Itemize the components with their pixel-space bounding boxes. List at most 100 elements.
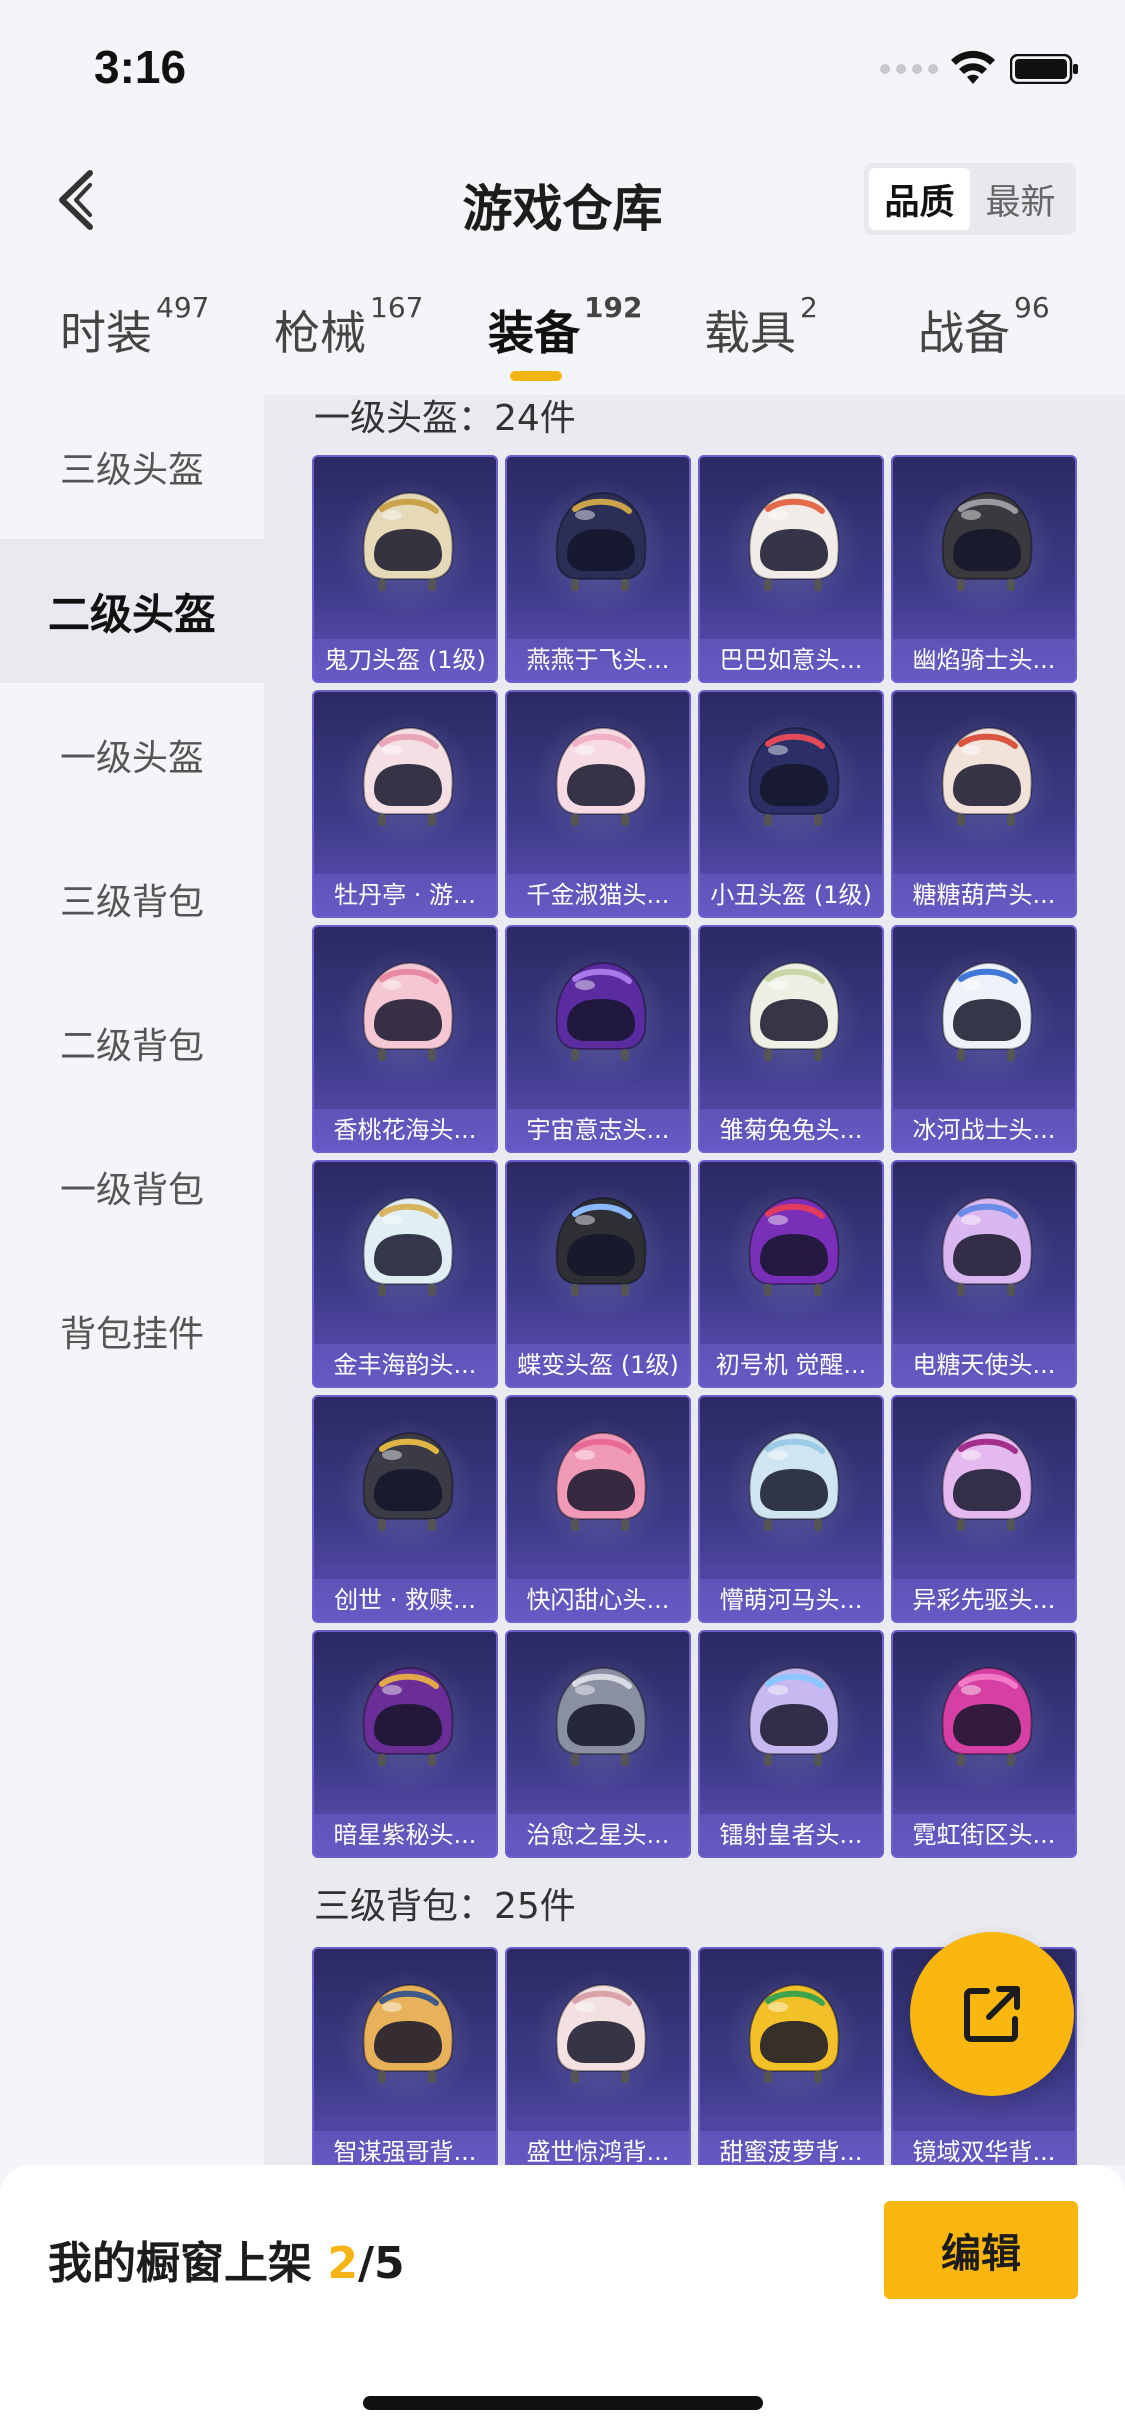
- item-card[interactable]: 异彩先驱头...: [891, 1395, 1077, 1623]
- sidebar-item-backpack-lv2[interactable]: 二级背包: [0, 971, 264, 1115]
- item-image: [941, 726, 1033, 826]
- showcase-total-count: /5: [357, 2238, 405, 2289]
- item-card[interactable]: 牡丹亭 · 游...: [312, 690, 498, 918]
- tab-firearms[interactable]: 枪械 167: [274, 291, 423, 363]
- item-name: 牡丹亭 · 游...: [314, 874, 496, 916]
- item-name: 创世 · 救赎...: [314, 1579, 496, 1621]
- item-image: [748, 1196, 840, 1296]
- item-image: [748, 1431, 840, 1531]
- item-card[interactable]: 霓虹街区头...: [891, 1630, 1077, 1858]
- item-card[interactable]: 盛世惊鸿背...: [505, 1947, 691, 2165]
- item-image: [941, 1196, 1033, 1296]
- item-name: 燕燕于飞头...: [507, 639, 689, 681]
- item-image: [748, 726, 840, 826]
- item-card[interactable]: 金丰海韵头...: [312, 1160, 498, 1388]
- item-name: 鬼刀头盔 (1级): [314, 639, 496, 681]
- item-card[interactable]: 雏菊兔兔头...: [698, 925, 884, 1153]
- item-image: [941, 961, 1033, 1061]
- status-time: 3:16: [94, 41, 187, 93]
- item-image: [362, 1431, 454, 1531]
- item-image: [555, 726, 647, 826]
- item-image: [555, 1431, 647, 1531]
- sidebar-item-backpack-lv3[interactable]: 三级背包: [0, 827, 264, 971]
- showcase-current-count: 2: [327, 2238, 358, 2289]
- item-name: 镭射皇者头...: [700, 1814, 882, 1856]
- item-card[interactable]: 智谋强哥背...: [312, 1947, 498, 2165]
- tab-label: 时装: [60, 306, 152, 360]
- item-card[interactable]: 宇宙意志头...: [505, 925, 691, 1153]
- item-name: 金丰海韵头...: [314, 1344, 496, 1386]
- item-name: 初号机 觉醒...: [700, 1344, 882, 1386]
- sidebar-item-backpack-charm[interactable]: 背包挂件: [0, 1259, 264, 1403]
- item-card[interactable]: 创世 · 救赎...: [312, 1395, 498, 1623]
- item-card[interactable]: 蝶变头盔 (1级): [505, 1160, 691, 1388]
- item-card[interactable]: 糖糖葫芦头...: [891, 690, 1077, 918]
- item-name: 快闪甜心头...: [507, 1579, 689, 1621]
- home-indicator: [363, 2396, 763, 2410]
- sort-option-quality[interactable]: 品质: [869, 168, 970, 230]
- item-card[interactable]: 冰河战士头...: [891, 925, 1077, 1153]
- item-card[interactable]: 暗星紫秘头...: [312, 1630, 498, 1858]
- sidebar-item-helmet-lv1[interactable]: 一级头盔: [0, 683, 264, 827]
- item-name: 暗星紫秘头...: [314, 1814, 496, 1856]
- item-image: [555, 1196, 647, 1296]
- item-card[interactable]: 治愈之星头...: [505, 1630, 691, 1858]
- tab-label: 枪械: [274, 306, 366, 360]
- item-card[interactable]: 小丑头盔 (1级): [698, 690, 884, 918]
- tab-vehicles[interactable]: 载具 2: [704, 291, 818, 363]
- item-name: 甜蜜菠萝背...: [700, 2131, 882, 2165]
- item-card[interactable]: 甜蜜菠萝背...: [698, 1947, 884, 2165]
- tab-count: 192: [584, 291, 643, 324]
- item-name: 电糖天使头...: [893, 1344, 1075, 1386]
- item-image: [941, 1431, 1033, 1531]
- sort-option-latest[interactable]: 最新: [970, 168, 1071, 230]
- item-card[interactable]: 千金淑猫头...: [505, 690, 691, 918]
- item-name: 蝶变头盔 (1级): [507, 1344, 689, 1386]
- item-card[interactable]: 巴巴如意头...: [698, 455, 884, 683]
- item-card[interactable]: 香桃花海头...: [312, 925, 498, 1153]
- item-card[interactable]: 初号机 觉醒...: [698, 1160, 884, 1388]
- item-name: 幽焰骑士头...: [893, 639, 1075, 681]
- sidebar: 三级头盔 二级头盔 一级头盔 三级背包 二级背包 一级背包 背包挂件: [0, 395, 264, 2165]
- item-card[interactable]: 燕燕于飞头...: [505, 455, 691, 683]
- item-image: [748, 1666, 840, 1766]
- item-name: 巴巴如意头...: [700, 639, 882, 681]
- item-list[interactable]: 一级头盔：24件 鬼刀头盔 (1级) 燕燕于飞头... 巴巴如意头... 幽焰骑士头.…: [264, 395, 1125, 2165]
- item-card[interactable]: 幽焰骑士头...: [891, 455, 1077, 683]
- item-image: [555, 1983, 647, 2083]
- item-image: [748, 1983, 840, 2083]
- tab-label: 载具: [704, 306, 796, 360]
- active-tab-indicator: [510, 371, 562, 381]
- item-name: 冰河战士头...: [893, 1109, 1075, 1151]
- item-name: 霓虹街区头...: [893, 1814, 1075, 1856]
- item-name: 治愈之星头...: [507, 1814, 689, 1856]
- item-name: 宇宙意志头...: [507, 1109, 689, 1151]
- sidebar-item-helmet-lv2[interactable]: 二级头盔: [0, 539, 264, 683]
- item-name: 香桃花海头...: [314, 1109, 496, 1151]
- item-name: 糖糖葫芦头...: [893, 874, 1075, 916]
- item-card[interactable]: 鬼刀头盔 (1级): [312, 455, 498, 683]
- item-image: [362, 491, 454, 591]
- item-card[interactable]: 快闪甜心头...: [505, 1395, 691, 1623]
- item-card[interactable]: 镭射皇者头...: [698, 1630, 884, 1858]
- edit-button[interactable]: 编辑: [884, 2201, 1078, 2299]
- item-image: [941, 491, 1033, 591]
- share-button[interactable]: [910, 1932, 1074, 2096]
- tab-supplies[interactable]: 战备 96: [918, 291, 1050, 363]
- item-name: 盛世惊鸿背...: [507, 2131, 689, 2165]
- item-image: [748, 491, 840, 591]
- tab-equipment[interactable]: 装备 192: [488, 291, 642, 363]
- item-card[interactable]: 懵萌河马头...: [698, 1395, 884, 1623]
- tab-fashion[interactable]: 时装 497: [60, 291, 209, 363]
- item-name: 异彩先驱头...: [893, 1579, 1075, 1621]
- item-name: 千金淑猫头...: [507, 874, 689, 916]
- tab-count: 96: [1014, 291, 1050, 324]
- tab-count: 2: [800, 291, 818, 324]
- item-image: [555, 961, 647, 1061]
- sidebar-item-helmet-lv3[interactable]: 三级头盔: [0, 395, 264, 539]
- item-image: [362, 726, 454, 826]
- item-image: [555, 1666, 647, 1766]
- item-card[interactable]: 电糖天使头...: [891, 1160, 1077, 1388]
- item-name: 懵萌河马头...: [700, 1579, 882, 1621]
- sidebar-item-backpack-lv1[interactable]: 一级背包: [0, 1115, 264, 1259]
